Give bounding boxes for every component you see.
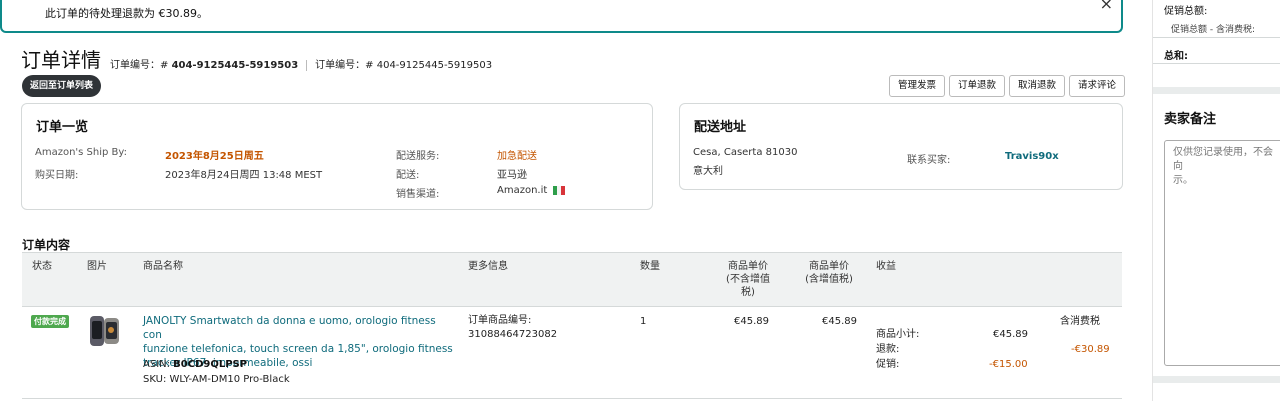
promo-total-tax-label: 促销总额 - 含消费税: (1171, 25, 1256, 35)
status-badge: 付款完成 (31, 315, 69, 328)
refund-alert: 此订单的待处理退款为 €30.89。 × (0, 0, 1123, 33)
fulfillment-label: 配送: (396, 170, 420, 181)
action-bar: 管理发票 订单退款 取消退款 请求评论 (889, 75, 1126, 97)
ship-by-label: Amazon's Ship By: (35, 147, 127, 158)
purchase-date-label: 购买日期: (35, 170, 79, 181)
refund-label: 退款: (876, 344, 900, 355)
sales-channel-value: Amazon.it (497, 185, 566, 196)
product-thumbnail[interactable] (87, 313, 123, 349)
col-more-info: 更多信息 (468, 261, 508, 272)
section-spacer (1153, 376, 1280, 383)
col-product-name: 商品名称 (143, 261, 183, 272)
manage-invoice-button[interactable]: 管理发票 (889, 75, 946, 97)
right-panel: 促销总额: 促销总额 - 含消费税: 总和: 卖家备注 仅供您记录使用，不会向 … (1152, 0, 1280, 401)
divider (306, 59, 308, 71)
price-inc-vat-value: €45.89 (822, 316, 857, 327)
col-price-ex-vat: 商品单价 (不含增值 税) (726, 261, 770, 298)
divider (22, 398, 1122, 399)
price-ex-vat-value: €45.89 (734, 316, 769, 327)
order-number-label: 订单编号：# (110, 60, 172, 71)
summary-title: 订单一览 (36, 120, 89, 135)
ship-by-value: 2023年8月25日周五 (165, 151, 264, 162)
refund-order-button[interactable]: 订单退款 (949, 75, 1006, 97)
italy-flag-icon (553, 185, 566, 195)
fulfillment-value: 亚马逊 (497, 170, 527, 181)
back-to-orders-button[interactable]: 返回至订单列表 (22, 75, 102, 97)
item-id-label: 订单商品编号: (468, 315, 532, 326)
promo-label: 促销: (876, 359, 900, 370)
table-header: 状态 图片 商品名称 更多信息 数量 商品单价 (不含增值 税) 商品单价 (含… (22, 252, 1122, 307)
grand-total-label: 总和: (1164, 51, 1188, 62)
page-title: 订单详情 (21, 48, 101, 72)
seller-notes-title: 卖家备注 (1164, 112, 1217, 127)
seller-notes-textarea[interactable]: 仅供您记录使用，不会向 示。 (1164, 140, 1280, 366)
close-icon[interactable]: × (1100, 0, 1113, 13)
request-review-button[interactable]: 请求评论 (1069, 75, 1126, 97)
buyer-name-link[interactable]: Travis90x (1005, 151, 1059, 162)
divider (1153, 37, 1280, 38)
order-number: 404-9125445-5919503 (171, 60, 299, 71)
shipping-service-label: 配送服务: (396, 151, 440, 162)
sales-channel-label: 销售渠道: (396, 189, 440, 200)
address-country: 意大利 (693, 166, 723, 177)
asin-field: ASIN: B0CD9QLPSP (143, 359, 248, 370)
purchase-date-value: 2023年8月24日周四 13:48 MEST (165, 170, 323, 181)
sku-field: SKU: WLY-AM-DM10 Pro-Black (143, 374, 290, 385)
order-number-2: 404-9125445-5919503 (376, 60, 493, 71)
order-contents-title: 订单内容 (22, 238, 71, 252)
shipping-address-card: 配送地址 Cesa, Caserta 81030 意大利 联系买家: Travi… (679, 103, 1123, 190)
section-spacer (1153, 87, 1280, 94)
item-id-value: 31088464723082 (468, 329, 558, 340)
alert-message: 此订单的待处理退款为 €30.89。 (45, 7, 208, 20)
tax-included-note: 含消费税 (1060, 316, 1100, 327)
order-summary-card: 订单一览 Amazon's Ship By: 2023年8月25日周五 购买日期… (21, 103, 653, 210)
col-status: 状态 (32, 261, 52, 272)
col-price-inc-vat: 商品单价 (含增值税) (805, 261, 853, 285)
col-image: 图片 (87, 261, 107, 272)
refund-value: -€30.89 (1071, 344, 1110, 355)
notes-placeholder-line-2: 示。 (1173, 175, 1193, 186)
quantity-value: 1 (640, 316, 647, 327)
col-quantity: 数量 (640, 261, 660, 272)
col-income: 收益 (876, 261, 896, 272)
subtotal-value: €45.89 (993, 329, 1028, 340)
shipping-title: 配送地址 (694, 120, 747, 135)
contact-buyer-label: 联系买家: (907, 155, 951, 166)
address-line-1: Cesa, Caserta 81030 (693, 147, 798, 158)
order-number-label-2: 订单编号：# (315, 60, 377, 71)
order-number-group: 订单编号：# 404-9125445-5919503 订单编号：# 404-912… (110, 56, 492, 71)
cancel-refund-button[interactable]: 取消退款 (1009, 75, 1066, 97)
notes-placeholder-line-1: 仅供您记录使用，不会向 (1173, 147, 1273, 172)
subtotal-label: 商品小计: (876, 329, 920, 340)
promo-total-label: 促销总额: (1164, 6, 1208, 17)
divider (1153, 63, 1280, 64)
promo-value: -€15.00 (989, 359, 1028, 370)
shipping-service-value: 加急配送 (497, 151, 537, 162)
